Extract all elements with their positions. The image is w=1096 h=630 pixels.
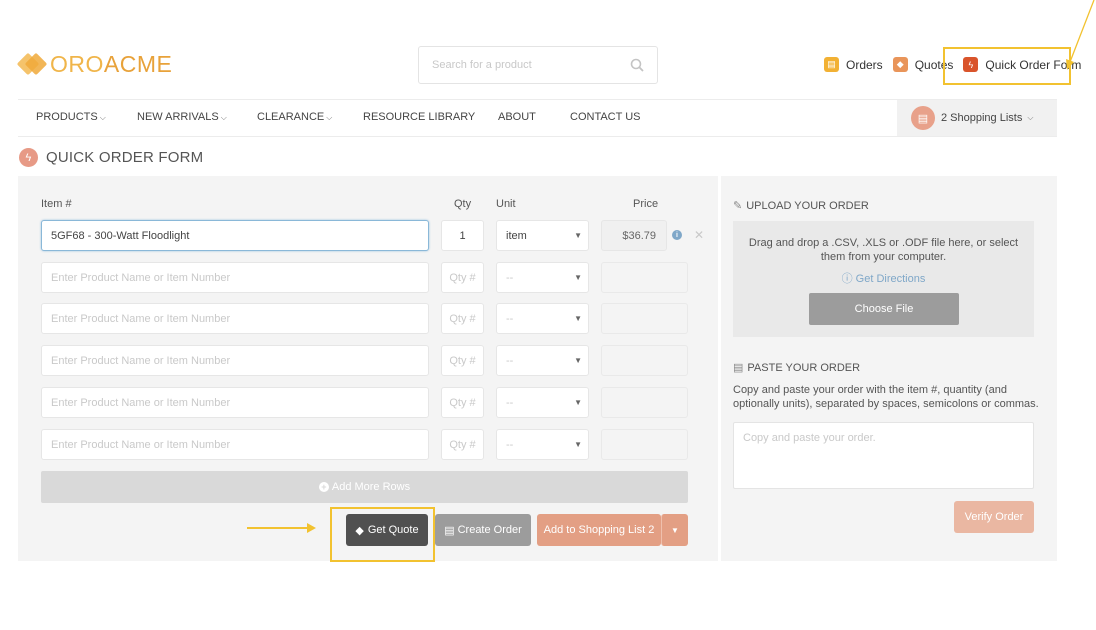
- qty-input-3[interactable]: Qty #: [441, 303, 484, 334]
- price-field-6: [601, 429, 688, 460]
- logo-icon: [16, 50, 48, 78]
- chevron-down-icon: ⌵: [220, 113, 227, 122]
- qty-input-4[interactable]: Qty #: [441, 345, 484, 376]
- column-header-item: Item #: [41, 198, 72, 210]
- verify-order-button[interactable]: Verify Order: [954, 501, 1034, 533]
- tag-icon: ◆: [355, 524, 364, 537]
- paste-heading: ▤ PASTE YOUR ORDER: [733, 361, 861, 375]
- unit-select-4[interactable]: -- ▼: [496, 345, 589, 376]
- price-field-2: [601, 262, 688, 293]
- nav-contact-us[interactable]: CONTACT US: [570, 111, 641, 123]
- main-navigation: PRODUCTS ⌵ NEW ARRIVALS ⌵ CLEARANCE ⌵ RESOU…: [18, 99, 1057, 137]
- document-icon: ▤: [444, 524, 455, 537]
- orders-icon: ▤: [824, 57, 839, 72]
- annotation-arrow-head: [307, 523, 316, 533]
- item-input-1[interactable]: 5GF68 - 300-Watt Floodlight: [41, 220, 429, 251]
- item-input-2[interactable]: Enter Product Name or Item Number: [41, 262, 429, 293]
- price-field-1: $36.79: [601, 220, 667, 251]
- caret-down-icon: ▼: [574, 356, 582, 365]
- create-order-button[interactable]: ▤ Create Order: [435, 514, 531, 546]
- get-quote-button[interactable]: ◆ Get Quote: [346, 514, 428, 546]
- qty-input-6[interactable]: Qty #: [441, 429, 484, 460]
- search-input[interactable]: [432, 59, 630, 71]
- nav-clearance[interactable]: CLEARANCE ⌵: [257, 111, 332, 123]
- price-field-4: [601, 345, 688, 376]
- item-input-3[interactable]: Enter Product Name or Item Number: [41, 303, 429, 334]
- caret-down-icon: ▼: [574, 440, 582, 449]
- site-logo[interactable]: OROACME: [16, 50, 173, 78]
- column-header-price: Price: [633, 198, 659, 210]
- search-box: [418, 46, 658, 84]
- caret-down-icon: ▼: [574, 273, 582, 282]
- unit-select-6[interactable]: -- ▼: [496, 429, 589, 460]
- price-field-5: [601, 387, 688, 418]
- nav-about[interactable]: ABOUT: [498, 111, 536, 123]
- item-input-6[interactable]: Enter Product Name or Item Number: [41, 429, 429, 460]
- add-to-shopping-list-button[interactable]: Add to Shopping List 2: [537, 514, 661, 546]
- highlight-box-quick-order: [943, 47, 1071, 85]
- caret-down-icon: ▼: [574, 398, 582, 407]
- upload-heading: ✎ UPLOAD YOUR ORDER: [733, 199, 869, 213]
- logo-text: OROACME: [50, 50, 173, 77]
- get-directions-link[interactable]: ⓘ Get Directions: [733, 270, 1034, 286]
- nav-resource-library[interactable]: RESOURCE LIBRARY: [363, 111, 475, 123]
- nav-new-arrivals[interactable]: NEW ARRIVALS ⌵: [137, 111, 227, 123]
- column-header-unit: Unit: [496, 198, 516, 210]
- chevron-down-icon: ⌵: [99, 113, 106, 122]
- unit-select-3[interactable]: -- ▼: [496, 303, 589, 334]
- shopping-lists-label: 2 Shopping Lists: [941, 112, 1023, 124]
- info-icon: ⓘ: [841, 273, 853, 285]
- page-title: ϟ QUICK ORDER FORM: [19, 148, 203, 167]
- quotes-icon: ◆: [892, 57, 908, 72]
- column-header-qty: Qty: [454, 198, 472, 210]
- paste-description: Copy and paste your order with the item …: [733, 384, 1039, 410]
- annotation-arrow-line: [247, 527, 309, 529]
- chevron-down-icon: ⌵: [326, 113, 333, 122]
- copy-icon: ▤: [733, 362, 744, 374]
- item-input-5[interactable]: Enter Product Name or Item Number: [41, 387, 429, 418]
- remove-row-icon[interactable]: ✕: [694, 228, 704, 242]
- paste-order-textarea[interactable]: Copy and paste your order.: [733, 422, 1034, 489]
- price-field-3: [601, 303, 688, 334]
- info-icon[interactable]: i: [672, 230, 682, 240]
- shopping-list-icon: ▤: [911, 106, 935, 130]
- annotation-arrow-top: [1066, 0, 1095, 70]
- unit-select-1[interactable]: item ▼: [496, 220, 589, 251]
- nav-products[interactable]: PRODUCTS ⌵: [36, 111, 106, 123]
- caret-down-icon: ▼: [671, 525, 679, 535]
- orders-label: Orders: [846, 57, 883, 72]
- search-icon[interactable]: [630, 58, 644, 72]
- shopping-list-dropdown-toggle[interactable]: ▼: [661, 514, 688, 546]
- choose-file-button[interactable]: Choose File: [809, 293, 959, 325]
- orders-link[interactable]: ▤ Orders: [824, 57, 883, 72]
- caret-down-icon: ▼: [574, 314, 582, 323]
- qty-input-5[interactable]: Qty #: [441, 387, 484, 418]
- shopping-lists-dropdown[interactable]: ▤ 2 Shopping Lists ⌵: [897, 100, 1057, 136]
- lightning-icon: ϟ: [19, 148, 38, 167]
- unit-select-5[interactable]: -- ▼: [496, 387, 589, 418]
- upload-instructions: Drag and drop a .CSV, .XLS or .ODF file …: [748, 237, 1019, 263]
- item-input-4[interactable]: Enter Product Name or Item Number: [41, 345, 429, 376]
- caret-down-icon: ▼: [574, 231, 582, 240]
- add-more-rows-button[interactable]: + Add More Rows: [41, 471, 688, 503]
- paperclip-icon: ✎: [733, 200, 743, 212]
- unit-select-2[interactable]: -- ▼: [496, 262, 589, 293]
- plus-circle-icon: +: [318, 482, 329, 492]
- qty-input-2[interactable]: Qty #: [441, 262, 484, 293]
- chevron-down-icon: ⌵: [1027, 113, 1034, 122]
- qty-input-1[interactable]: 1: [441, 220, 484, 251]
